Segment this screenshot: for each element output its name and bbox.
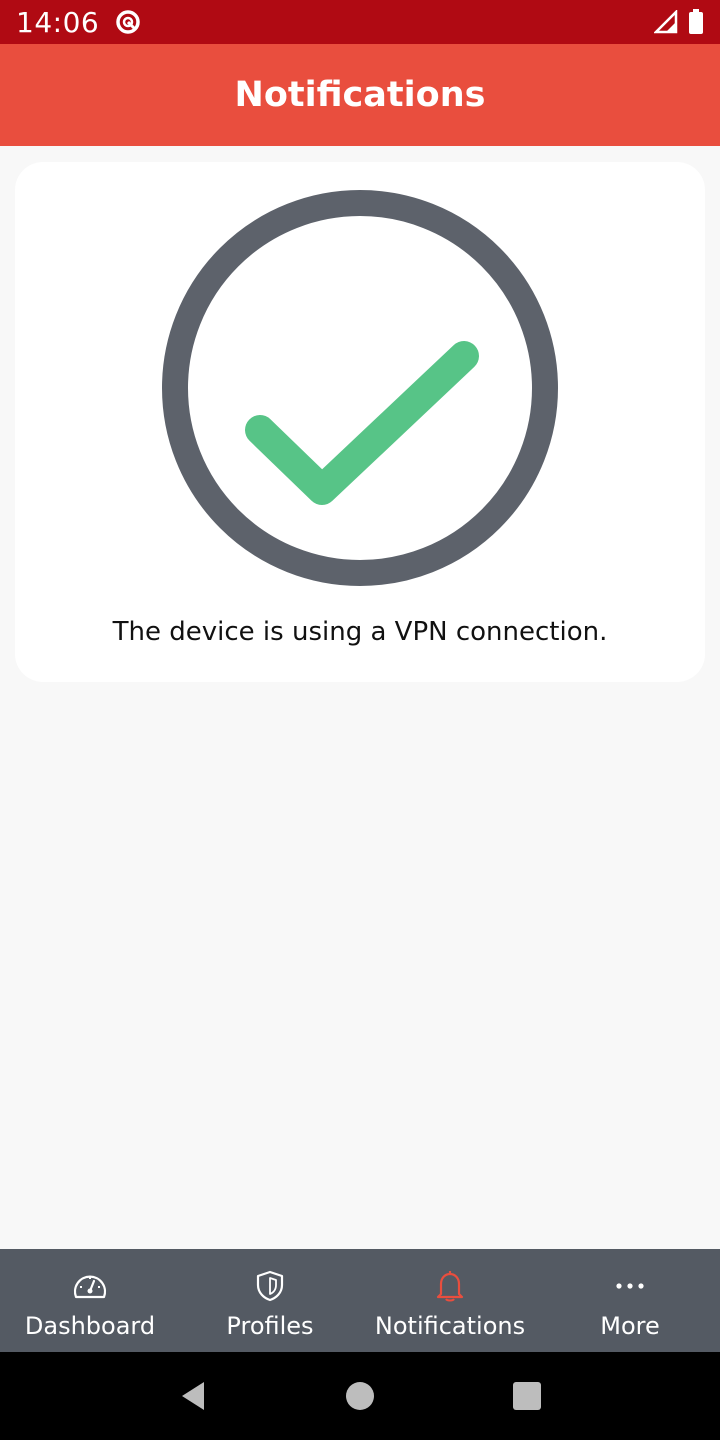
nav-item-profiles[interactable]: Profiles (180, 1249, 360, 1352)
signal-icon (654, 10, 678, 34)
vpn-status-card: The device is using a VPN connection. (15, 162, 705, 682)
app-header: Notifications (0, 44, 720, 146)
nav-item-dashboard[interactable]: Dashboard (0, 1249, 180, 1352)
battery-icon (689, 9, 703, 34)
bottom-nav: Dashboard Profiles Notifications More (0, 1249, 720, 1352)
vpn-status-message: The device is using a VPN connection. (112, 617, 608, 647)
home-circle-icon (345, 1382, 374, 1410)
app-notification-icon (116, 10, 140, 34)
nav-label-profiles: Profiles (226, 1312, 314, 1340)
shield-icon (253, 1269, 287, 1303)
more-dots-icon (613, 1269, 647, 1303)
home-button[interactable] (340, 1376, 380, 1416)
page-title: Notifications (234, 75, 486, 115)
status-bar: 14:06 (0, 0, 720, 44)
bell-icon (433, 1269, 467, 1303)
nav-label-notifications: Notifications (374, 1312, 526, 1340)
back-button[interactable] (173, 1376, 213, 1416)
nav-label-more: More (600, 1312, 660, 1340)
system-navigation-bar (0, 1352, 720, 1440)
speedometer-icon (73, 1269, 107, 1303)
recents-square-icon (512, 1382, 541, 1410)
recents-button[interactable] (507, 1376, 547, 1416)
check-circle-icon (162, 190, 558, 586)
nav-label-dashboard: Dashboard (24, 1312, 156, 1340)
status-time: 14:06 (16, 5, 100, 39)
back-triangle-icon (182, 1382, 205, 1410)
nav-item-notifications[interactable]: Notifications (360, 1249, 540, 1352)
nav-item-more[interactable]: More (540, 1249, 720, 1352)
